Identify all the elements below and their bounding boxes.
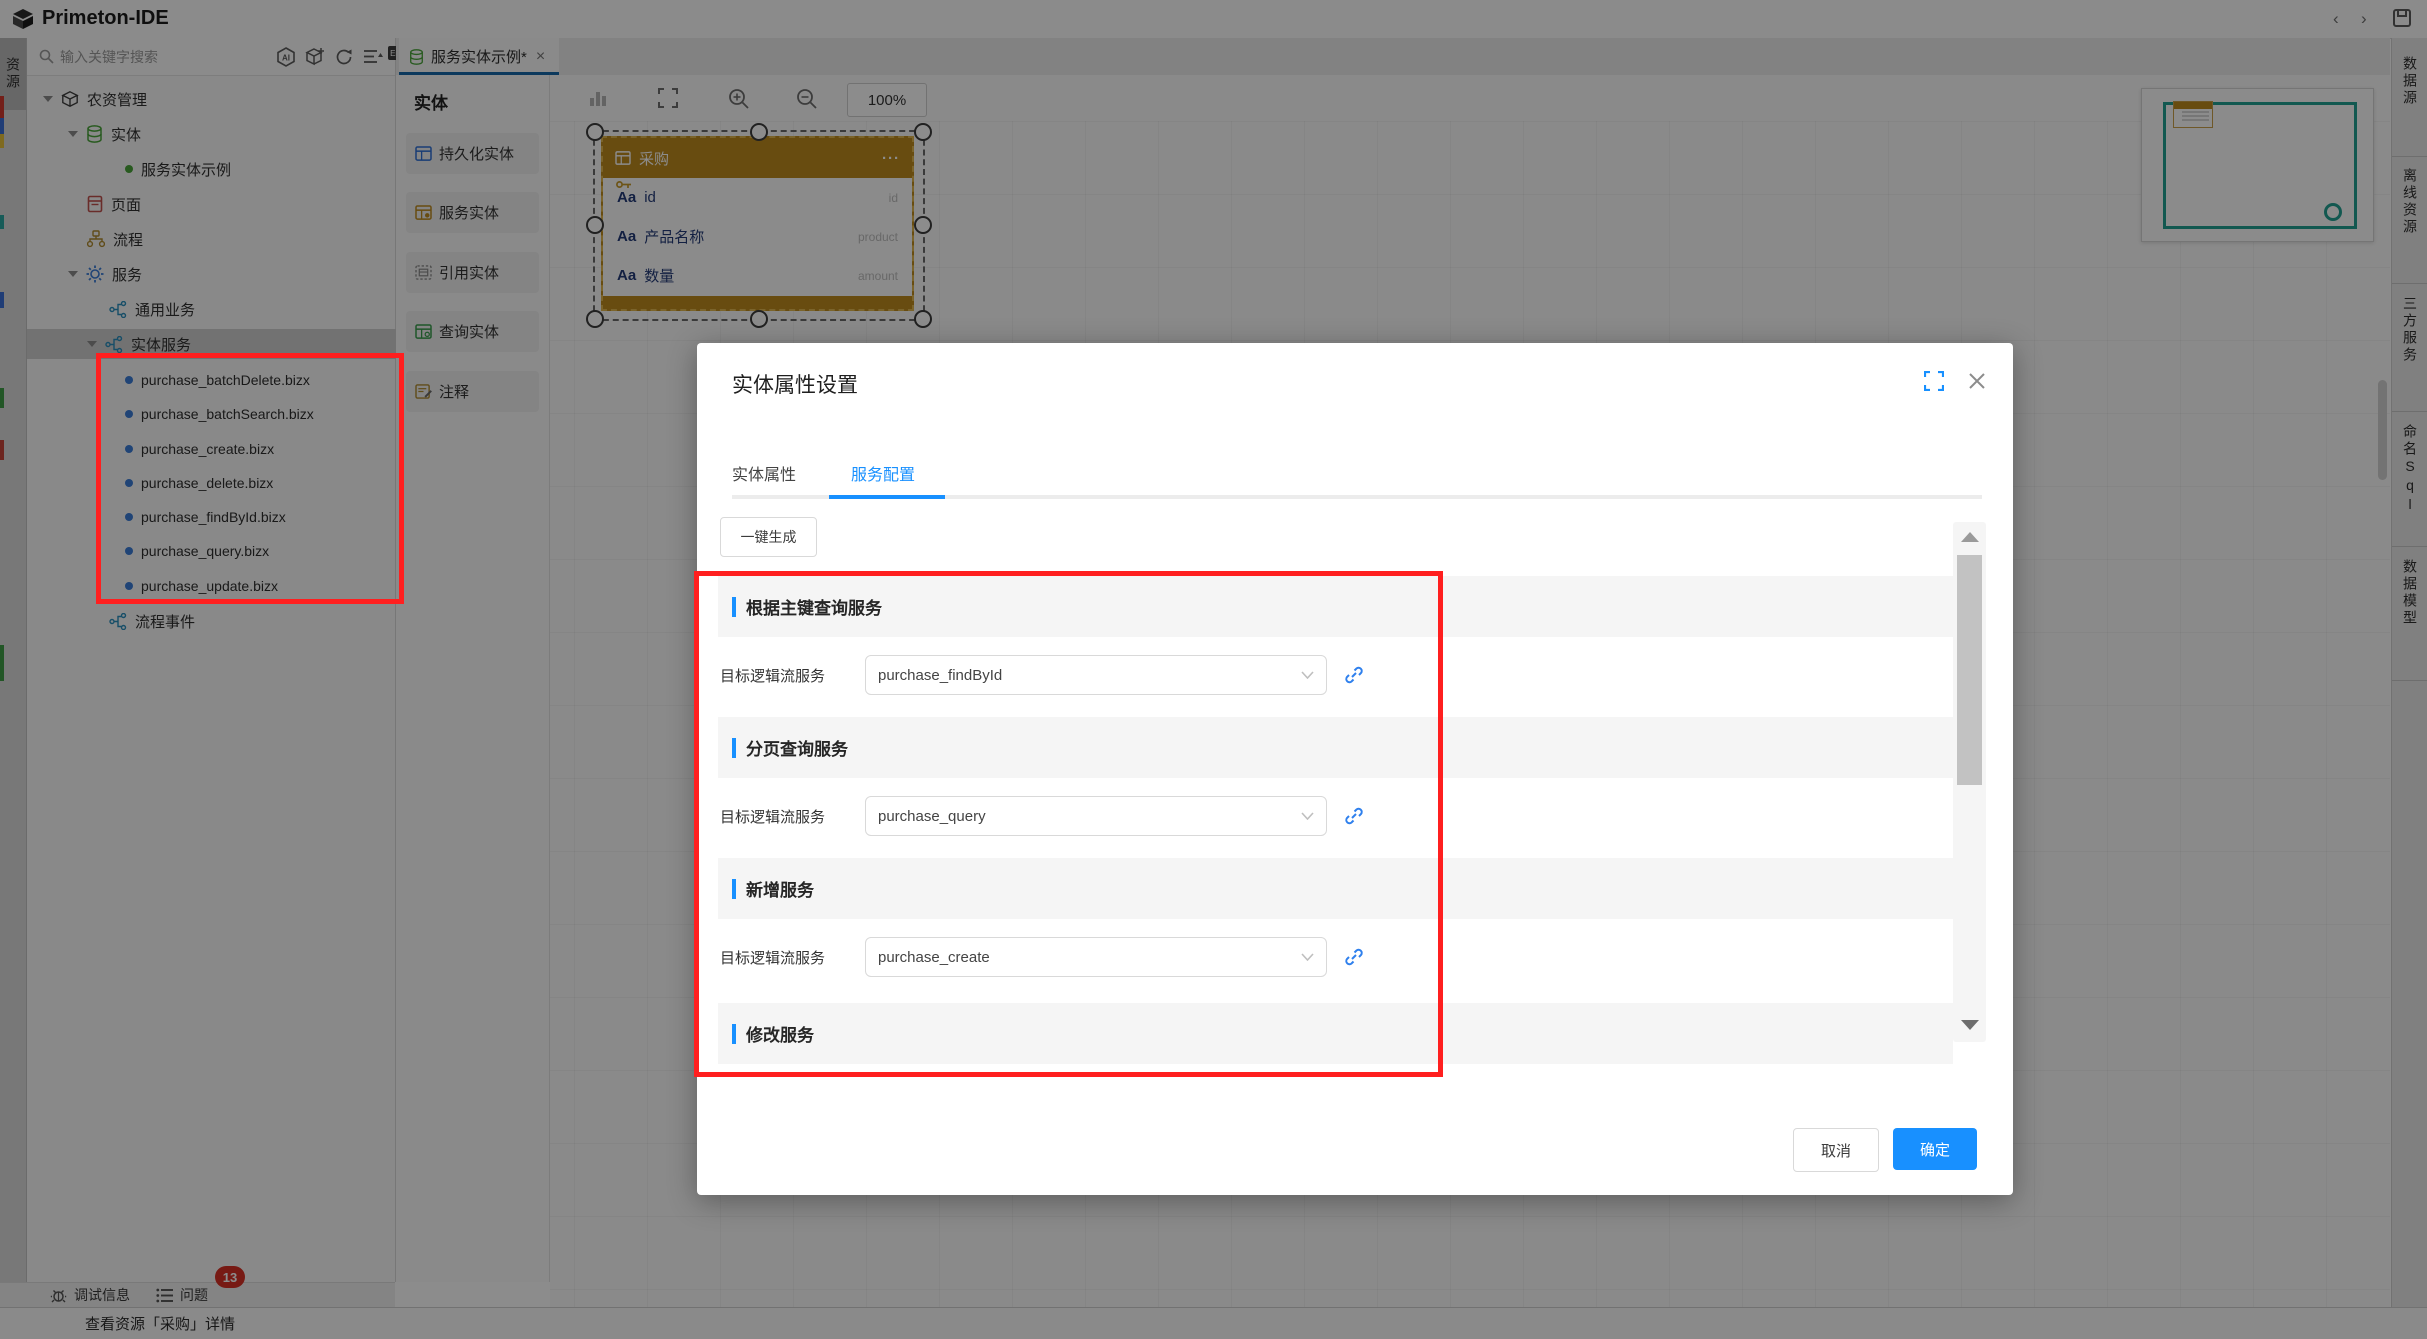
one-click-generate-button[interactable]: 一键生成 [720, 517, 817, 557]
close-icon[interactable] [1967, 371, 1987, 391]
scrollbar-thumb[interactable] [1957, 555, 1982, 785]
cancel-button[interactable]: 取消 [1793, 1128, 1879, 1172]
dialog-tabs: 实体属性 服务配置 [732, 461, 915, 499]
annotation-box-service-config [694, 571, 1443, 1077]
tab-service-config[interactable]: 服务配置 [851, 461, 915, 499]
ok-button[interactable]: 确定 [1893, 1128, 1977, 1170]
tab-entity-properties[interactable]: 实体属性 [732, 461, 796, 499]
annotation-box-service-files [96, 353, 404, 604]
primeton-ide-window: Primeton-IDE ‹ › 资源 输入关键字搜索 [0, 0, 2427, 1339]
dialog-scrollbar[interactable] [1953, 522, 1986, 1042]
fullscreen-icon[interactable] [1924, 371, 1944, 391]
scroll-down-arrow[interactable] [1961, 1020, 1979, 1030]
dialog-title: 实体属性设置 [732, 369, 858, 399]
scroll-up-arrow[interactable] [1961, 532, 1979, 542]
active-tab-indicator [829, 495, 945, 499]
